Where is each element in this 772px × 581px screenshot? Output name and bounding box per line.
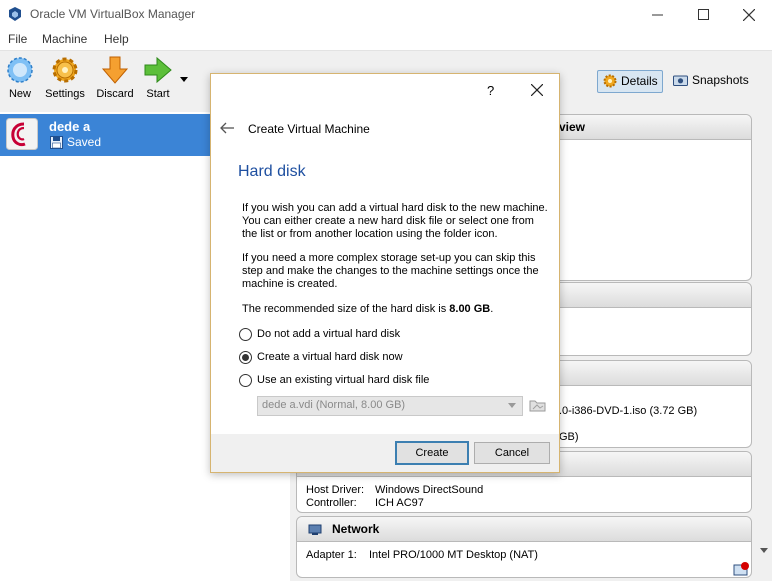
recommended-prefix: The recommended size of the hard disk is bbox=[242, 303, 450, 315]
recommended-suffix: . bbox=[490, 303, 494, 315]
dialog-header-area: ? Create Virtual Machine Hard disk bbox=[211, 74, 559, 180]
settings-button[interactable]: Settings bbox=[39, 55, 91, 100]
adapter-label: Adapter 1: bbox=[306, 549, 357, 561]
tray-status-icon[interactable] bbox=[733, 561, 751, 577]
storage-hint-paragraph: If you need a more complex storage set-u… bbox=[242, 252, 539, 290]
window-title: Oracle VM VirtualBox Manager bbox=[30, 7, 196, 21]
storage-size-text: GB) bbox=[559, 431, 579, 443]
back-arrow-icon[interactable] bbox=[220, 122, 234, 134]
vm-state: Saved bbox=[67, 135, 102, 149]
title-bar: Oracle VM VirtualBox Manager bbox=[0, 0, 772, 29]
discard-label: Discard bbox=[96, 88, 134, 100]
intro-paragraph: If you wish you can add a virtual hard d… bbox=[242, 202, 548, 240]
host-driver-label: Host Driver: bbox=[306, 484, 365, 496]
close-icon bbox=[743, 8, 755, 21]
host-driver-value: Windows DirectSound bbox=[375, 484, 484, 496]
create-disk-label[interactable]: Create a virtual hard disk now bbox=[257, 351, 403, 363]
existing-disk-select[interactable]: dede a.vdi (Normal, 8.00 GB) bbox=[257, 396, 523, 416]
controller-label: Controller: bbox=[306, 497, 357, 509]
debian-os-icon bbox=[6, 118, 38, 150]
preview-section-title: view bbox=[559, 120, 586, 134]
no-disk-radio[interactable] bbox=[239, 328, 252, 341]
menu-bar: File Machine Help bbox=[0, 29, 772, 50]
cancel-button[interactable]: Cancel bbox=[474, 442, 550, 464]
new-label: New bbox=[8, 88, 31, 100]
create-disk-radio[interactable] bbox=[239, 351, 252, 364]
dialog-close-icon[interactable] bbox=[531, 84, 543, 96]
menu-file[interactable]: File bbox=[8, 32, 27, 46]
details-gear-icon bbox=[603, 74, 617, 88]
snapshots-toggle-button[interactable]: Snapshots bbox=[670, 70, 750, 91]
maximize-icon bbox=[697, 9, 709, 20]
start-label: Start bbox=[146, 88, 170, 100]
dialog-body: If you wish you can add a virtual hard d… bbox=[211, 180, 559, 434]
network-section-header[interactable]: Network bbox=[297, 517, 751, 542]
settings-gear-icon bbox=[52, 57, 78, 83]
create-button[interactable]: Create bbox=[395, 441, 469, 465]
saved-state-icon bbox=[50, 136, 63, 149]
details-toggle-button[interactable]: Details bbox=[597, 70, 663, 93]
existing-disk-label[interactable]: Use an existing virtual hard disk file bbox=[257, 374, 429, 386]
network-section-title: Network bbox=[332, 522, 380, 536]
create-vm-dialog: ? Create Virtual Machine Hard disk If yo… bbox=[210, 73, 560, 473]
vm-name: dede a bbox=[49, 119, 91, 134]
existing-disk-radio[interactable] bbox=[239, 374, 252, 387]
dialog-header: Create Virtual Machine bbox=[248, 122, 370, 136]
help-button[interactable]: ? bbox=[487, 83, 494, 98]
no-disk-label[interactable]: Do not add a virtual hard disk bbox=[257, 328, 400, 340]
details-scrollbar[interactable] bbox=[756, 112, 772, 571]
network-icon bbox=[308, 524, 322, 535]
existing-disk-select-value: dede a.vdi (Normal, 8.00 GB) bbox=[262, 399, 406, 411]
start-arrow-right-icon bbox=[144, 56, 172, 84]
chevron-down-icon bbox=[508, 403, 516, 408]
snapshots-label: Snapshots bbox=[692, 73, 749, 87]
adapter-value: Intel PRO/1000 MT Desktop (NAT) bbox=[369, 549, 538, 561]
discard-arrow-down-icon bbox=[101, 56, 129, 84]
close-button[interactable] bbox=[726, 0, 772, 29]
menu-machine[interactable]: Machine bbox=[42, 32, 87, 46]
maximize-button[interactable] bbox=[680, 0, 726, 29]
minimize-icon bbox=[651, 14, 663, 16]
network-section: Network Adapter 1: Intel PRO/1000 MT Des… bbox=[296, 516, 752, 578]
folder-browse-icon[interactable] bbox=[529, 397, 547, 413]
minimize-button[interactable] bbox=[634, 0, 680, 29]
page-title: Hard disk bbox=[238, 163, 306, 180]
settings-label: Settings bbox=[45, 88, 85, 100]
controller-value: ICH AC97 bbox=[375, 497, 424, 509]
menu-help[interactable]: Help bbox=[104, 32, 129, 46]
recommended-size: 8.00 GB bbox=[449, 303, 491, 315]
new-icon bbox=[7, 57, 33, 83]
storage-iso-text: .0-i386-DVD-1.iso (3.72 GB) bbox=[559, 405, 698, 417]
scroll-down-arrow-icon[interactable] bbox=[760, 548, 768, 554]
recommended-size-text: The recommended size of the hard disk is… bbox=[242, 303, 548, 316]
virtualbox-app-icon bbox=[9, 7, 21, 21]
start-dropdown-arrow-icon[interactable] bbox=[180, 77, 188, 83]
snapshots-camera-icon bbox=[673, 75, 688, 86]
details-label: Details bbox=[621, 74, 658, 88]
start-button[interactable]: Start bbox=[132, 55, 184, 100]
